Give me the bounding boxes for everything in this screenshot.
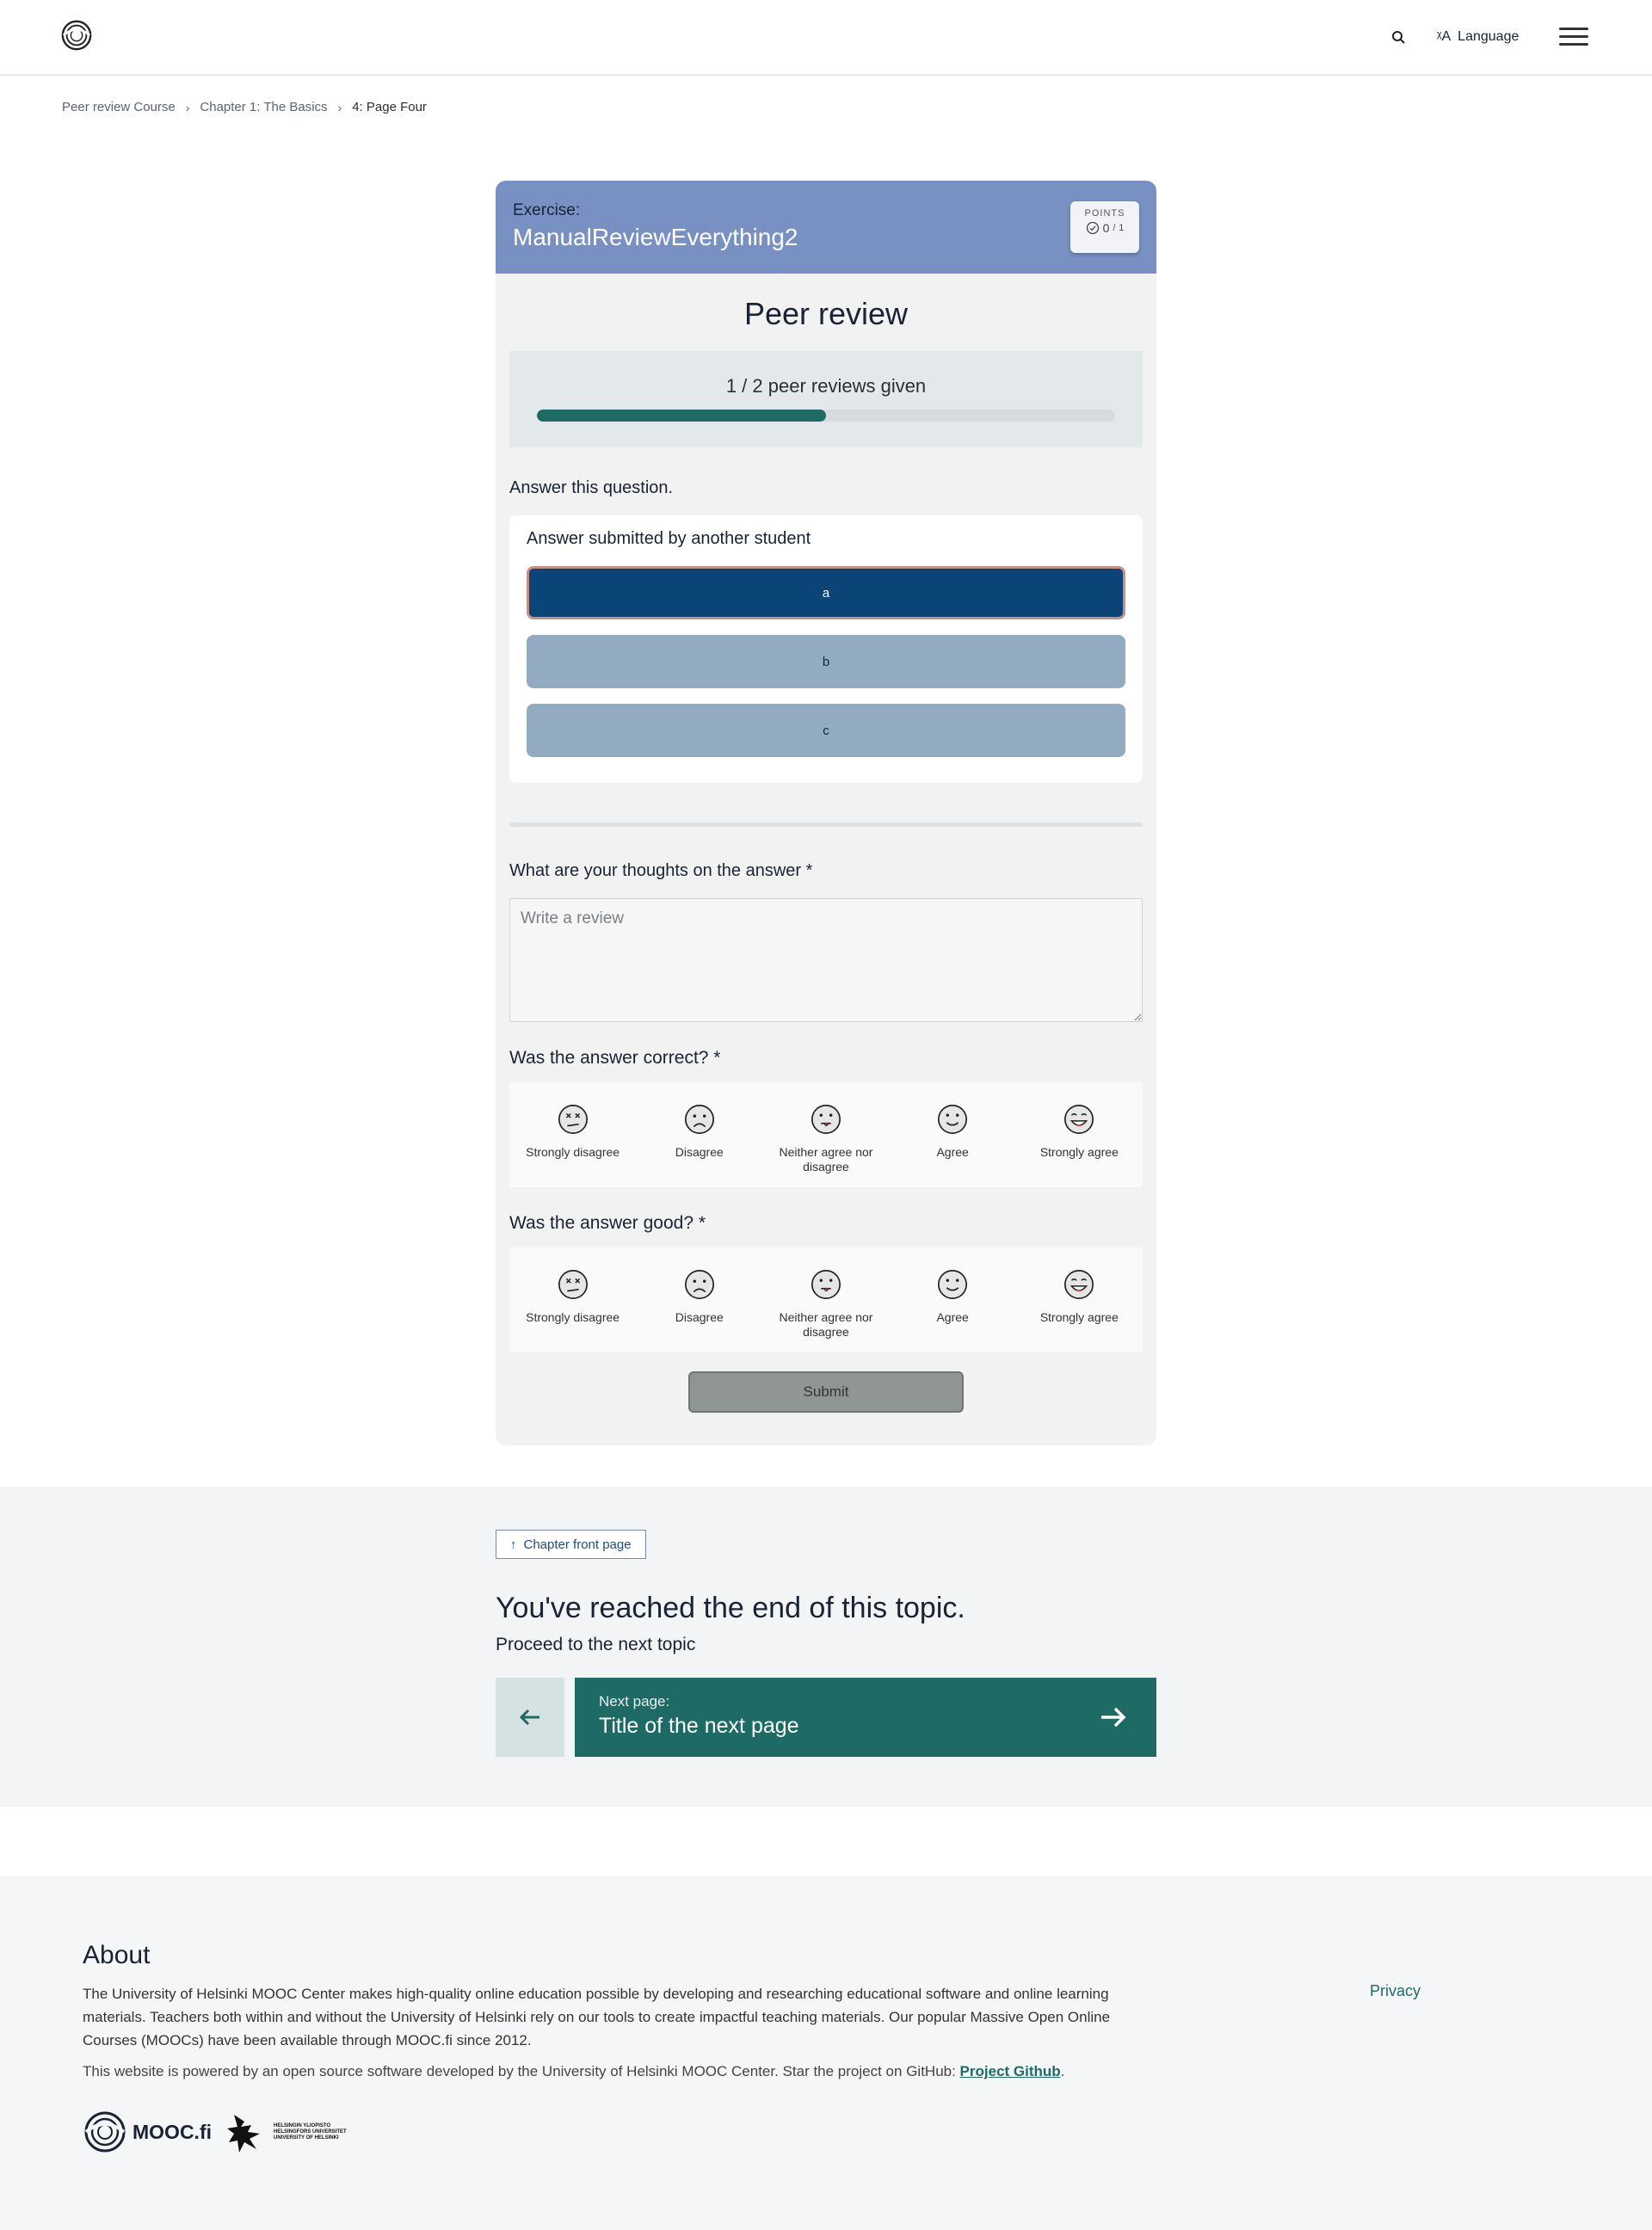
about-title: About xyxy=(83,1941,151,1969)
progress-bar-fill xyxy=(537,410,826,422)
points-badge: POINTS 0/1 xyxy=(1070,201,1139,253)
helsinki-flame-icon xyxy=(227,2115,260,2153)
points-label: POINTS xyxy=(1084,208,1125,219)
breadcrumb-page: 4: Page Four xyxy=(352,100,427,114)
thoughts-label: What are your thoughts on the answer * xyxy=(509,861,813,880)
language-label: Language xyxy=(1458,29,1519,44)
progress-text: 1 / 2 peer reviews given xyxy=(725,375,927,397)
good-question-label: Was the answer good? * xyxy=(509,1213,706,1233)
likert-label: Agree xyxy=(936,1310,969,1324)
project-github-link[interactable]: Project Github xyxy=(960,2063,1061,2079)
agree-face-icon xyxy=(938,1104,968,1135)
likert-label: Neither agree nor disagree xyxy=(779,1145,873,1174)
likert-disagree[interactable]: Disagree xyxy=(644,1103,755,1187)
exercise-card: Exercise: ManualReviewEverything2 POINTS… xyxy=(496,181,1156,1445)
question-text: Answer this question. xyxy=(509,478,674,497)
mooc-logo-icon[interactable] xyxy=(60,19,93,52)
likert-label: Neither agree nor disagree xyxy=(779,1310,873,1339)
about-text: The University of Helsinki MOOC Center m… xyxy=(83,1986,1111,2048)
breadcrumb: Peer review Course › Chapter 1: The Basi… xyxy=(62,100,427,114)
likert-label: Strongly agree xyxy=(1039,1310,1119,1324)
likert-label: Strongly disagree xyxy=(526,1310,620,1324)
likert-label: Disagree xyxy=(675,1145,724,1159)
mooc-logo-text: MOOC.fi xyxy=(133,2120,212,2143)
likert-strongly-disagree[interactable]: Strongly disagree xyxy=(517,1268,629,1352)
breadcrumb-course[interactable]: Peer review Course xyxy=(62,100,176,114)
arrow-left-icon xyxy=(519,1709,539,1726)
points-max: 1 xyxy=(1119,223,1125,233)
next-page-title: Title of the next page xyxy=(599,1714,799,1738)
likert-agree[interactable]: Agree xyxy=(897,1268,1008,1352)
agree-face-icon xyxy=(938,1269,968,1300)
likert-label: Disagree xyxy=(675,1310,724,1324)
likert-scale-correct: Strongly disagree Disagree Neither agree… xyxy=(509,1082,1143,1187)
peer-review-title: Peer review xyxy=(743,296,909,331)
points-earned: 0 xyxy=(1102,221,1110,235)
answer-heading: Answer submitted by another student xyxy=(527,529,811,548)
likert-scale-good: Strongly disagree Disagree Neither agree… xyxy=(509,1247,1143,1352)
powered-by-body: This website is powered by an open sourc… xyxy=(83,2063,960,2079)
answer-option-b[interactable]: b xyxy=(527,635,1125,688)
likert-disagree[interactable]: Disagree xyxy=(644,1268,755,1352)
translate-icon: ᵡA xyxy=(1437,29,1452,44)
arrow-up-icon: ↑ xyxy=(510,1537,517,1552)
submitted-answer: Answer submitted by another student a b … xyxy=(509,515,1143,783)
progress-bar xyxy=(537,410,1115,422)
likert-neutral[interactable]: Neither agree nor disagree xyxy=(770,1268,882,1352)
submit-button[interactable]: Submit xyxy=(688,1371,964,1413)
disagree-face-icon xyxy=(684,1269,714,1300)
likert-strongly-agree[interactable]: Strongly agree xyxy=(1023,1103,1135,1187)
search-icon[interactable] xyxy=(1387,26,1411,50)
divider xyxy=(509,822,1143,827)
topic-end-section: ↑ Chapter front page You've reached the … xyxy=(0,1487,1652,1807)
check-circle-icon xyxy=(1086,221,1099,235)
chevron-right-icon: › xyxy=(337,100,342,114)
chapter-front-page-label: Chapter front page xyxy=(523,1537,632,1552)
likert-label: Agree xyxy=(936,1145,969,1159)
mooc-logo-icon xyxy=(84,2111,126,2153)
review-progress: 1 / 2 peer reviews given xyxy=(509,351,1143,447)
chevron-right-icon: › xyxy=(185,100,190,114)
uh-logo-text: HELSINGIN YLIOPISTO HELSINGFORS UNIVERSI… xyxy=(274,2122,347,2141)
exercise-label: Exercise: xyxy=(513,201,581,219)
strongly-agree-face-icon xyxy=(1064,1269,1094,1300)
disagree-face-icon xyxy=(684,1104,714,1135)
powered-by-text: This website is powered by an open sourc… xyxy=(83,2063,1065,2079)
likert-strongly-agree[interactable]: Strongly agree xyxy=(1023,1268,1135,1352)
end-of-topic-subtitle: Proceed to the next topic xyxy=(496,1635,696,1654)
next-page-label: Next page: xyxy=(599,1693,670,1709)
neutral-face-icon xyxy=(811,1269,841,1300)
top-header: ᵡA Language xyxy=(0,0,1652,76)
privacy-link[interactable]: Privacy xyxy=(1370,1982,1421,2000)
strongly-disagree-face-icon xyxy=(558,1104,588,1135)
likert-label: Strongly disagree xyxy=(526,1145,620,1159)
likert-label: Strongly agree xyxy=(1039,1145,1119,1159)
breadcrumb-chapter[interactable]: Chapter 1: The Basics xyxy=(200,100,327,114)
points-value: 0/1 xyxy=(1070,221,1139,235)
exercise-header: Exercise: ManualReviewEverything2 POINTS… xyxy=(496,181,1156,274)
likert-strongly-disagree[interactable]: Strongly disagree xyxy=(517,1103,629,1187)
strongly-disagree-face-icon xyxy=(558,1269,588,1300)
end-of-topic-title: You've reached the end of this topic. xyxy=(496,1592,965,1624)
university-of-helsinki-logo[interactable]: HELSINGIN YLIOPISTO HELSINGFORS UNIVERSI… xyxy=(225,2110,347,2154)
previous-page-button[interactable] xyxy=(496,1678,564,1757)
neutral-face-icon xyxy=(811,1104,841,1135)
mooc-fi-logo[interactable]: MOOC.fi xyxy=(83,2111,212,2153)
answer-option-c[interactable]: c xyxy=(527,704,1125,757)
footer: About The University of Helsinki MOOC Ce… xyxy=(0,1876,1652,2230)
strongly-agree-face-icon xyxy=(1064,1104,1094,1135)
likert-agree[interactable]: Agree xyxy=(897,1103,1008,1187)
arrow-right-icon xyxy=(1101,1707,1126,1728)
hamburger-menu-icon[interactable] xyxy=(1559,24,1588,50)
correct-question-label: Was the answer correct? * xyxy=(509,1048,721,1068)
exercise-name: ManualReviewEverything2 xyxy=(513,224,798,250)
likert-neutral[interactable]: Neither agree nor disagree xyxy=(770,1103,882,1187)
answer-option-a[interactable]: a xyxy=(527,566,1125,619)
language-button[interactable]: ᵡA Language xyxy=(1437,22,1519,52)
review-textarea[interactable] xyxy=(509,898,1143,1022)
next-page-button[interactable]: Next page: Title of the next page xyxy=(575,1678,1156,1757)
chapter-front-page-button[interactable]: ↑ Chapter front page xyxy=(496,1530,646,1559)
